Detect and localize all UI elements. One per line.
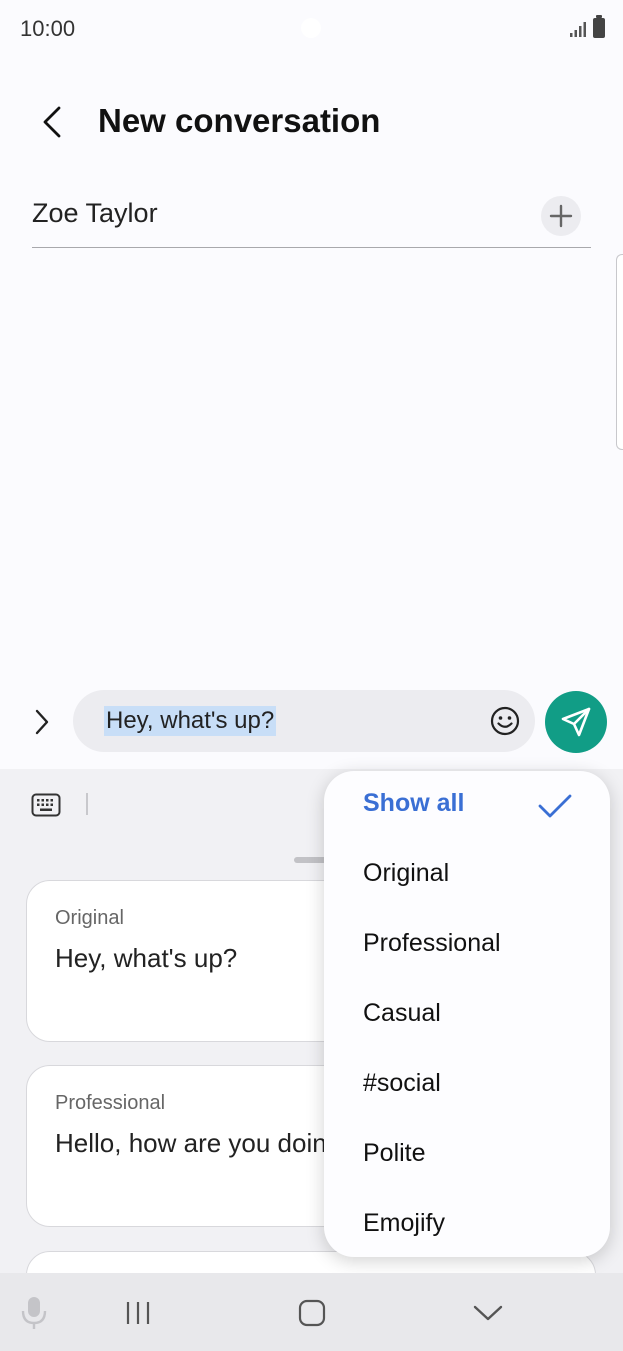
keyboard-toggle-button[interactable] [30, 791, 62, 819]
check-icon [538, 794, 572, 818]
menu-item-professional[interactable]: Professional [363, 929, 501, 969]
recipient-field[interactable]: Zoe Taylor [32, 190, 591, 248]
emoji-button[interactable] [489, 705, 521, 737]
back-arrow-icon [43, 106, 61, 138]
menu-item-polite[interactable]: Polite [363, 1139, 426, 1179]
send-button[interactable] [545, 691, 607, 753]
chevron-right-icon [35, 709, 49, 735]
suggestion-text: Hey, what's up? [55, 943, 238, 973]
menu-item-casual[interactable]: Casual [363, 999, 441, 1039]
signal-icon [570, 22, 586, 37]
page-title: New conversation [98, 102, 381, 139]
menu-item-show-all[interactable]: Show all [363, 789, 464, 829]
message-text[interactable]: Hey, what's up? [104, 706, 277, 736]
recent-apps-button[interactable] [116, 1293, 160, 1333]
home-icon [298, 1299, 326, 1327]
recipient-input[interactable]: Zoe Taylor [32, 198, 158, 229]
message-composer: Hey, what's up? [0, 690, 623, 754]
menu-item-emojify[interactable]: Emojify [363, 1209, 445, 1249]
back-button[interactable] [30, 100, 74, 144]
menu-item-original[interactable]: Original [363, 859, 449, 899]
suggestion-label: Professional [55, 1092, 166, 1114]
add-recipient-button[interactable] [541, 196, 581, 236]
edge-panel-handle[interactable] [616, 254, 623, 450]
hide-keyboard-button[interactable] [466, 1293, 510, 1333]
home-button[interactable] [290, 1293, 334, 1333]
recent-apps-icon [126, 1302, 150, 1324]
plus-icon [549, 204, 573, 228]
expand-options-button[interactable] [24, 702, 60, 742]
suggestion-label: Original [55, 907, 124, 929]
camera-cutout [301, 18, 321, 38]
toolbar-divider [86, 793, 88, 815]
status-icons [569, 15, 605, 38]
send-icon [561, 707, 591, 737]
battery-icon [593, 15, 605, 38]
hide-keyboard-icon [473, 1305, 503, 1321]
status-bar: 10:00 [0, 0, 623, 56]
menu-item-social[interactable]: #social [363, 1069, 441, 1109]
keyboard-icon [31, 793, 61, 817]
voice-input-button[interactable] [12, 1293, 56, 1333]
tone-dropdown-menu: Show all Original Professional Casual #s… [324, 771, 610, 1257]
microphone-icon [21, 1297, 47, 1329]
navigation-bar [0, 1273, 623, 1351]
message-input[interactable]: Hey, what's up? [73, 690, 535, 752]
status-time: 10:00 [20, 16, 76, 41]
app-header: New conversation [0, 90, 623, 156]
emoji-icon [490, 706, 520, 736]
